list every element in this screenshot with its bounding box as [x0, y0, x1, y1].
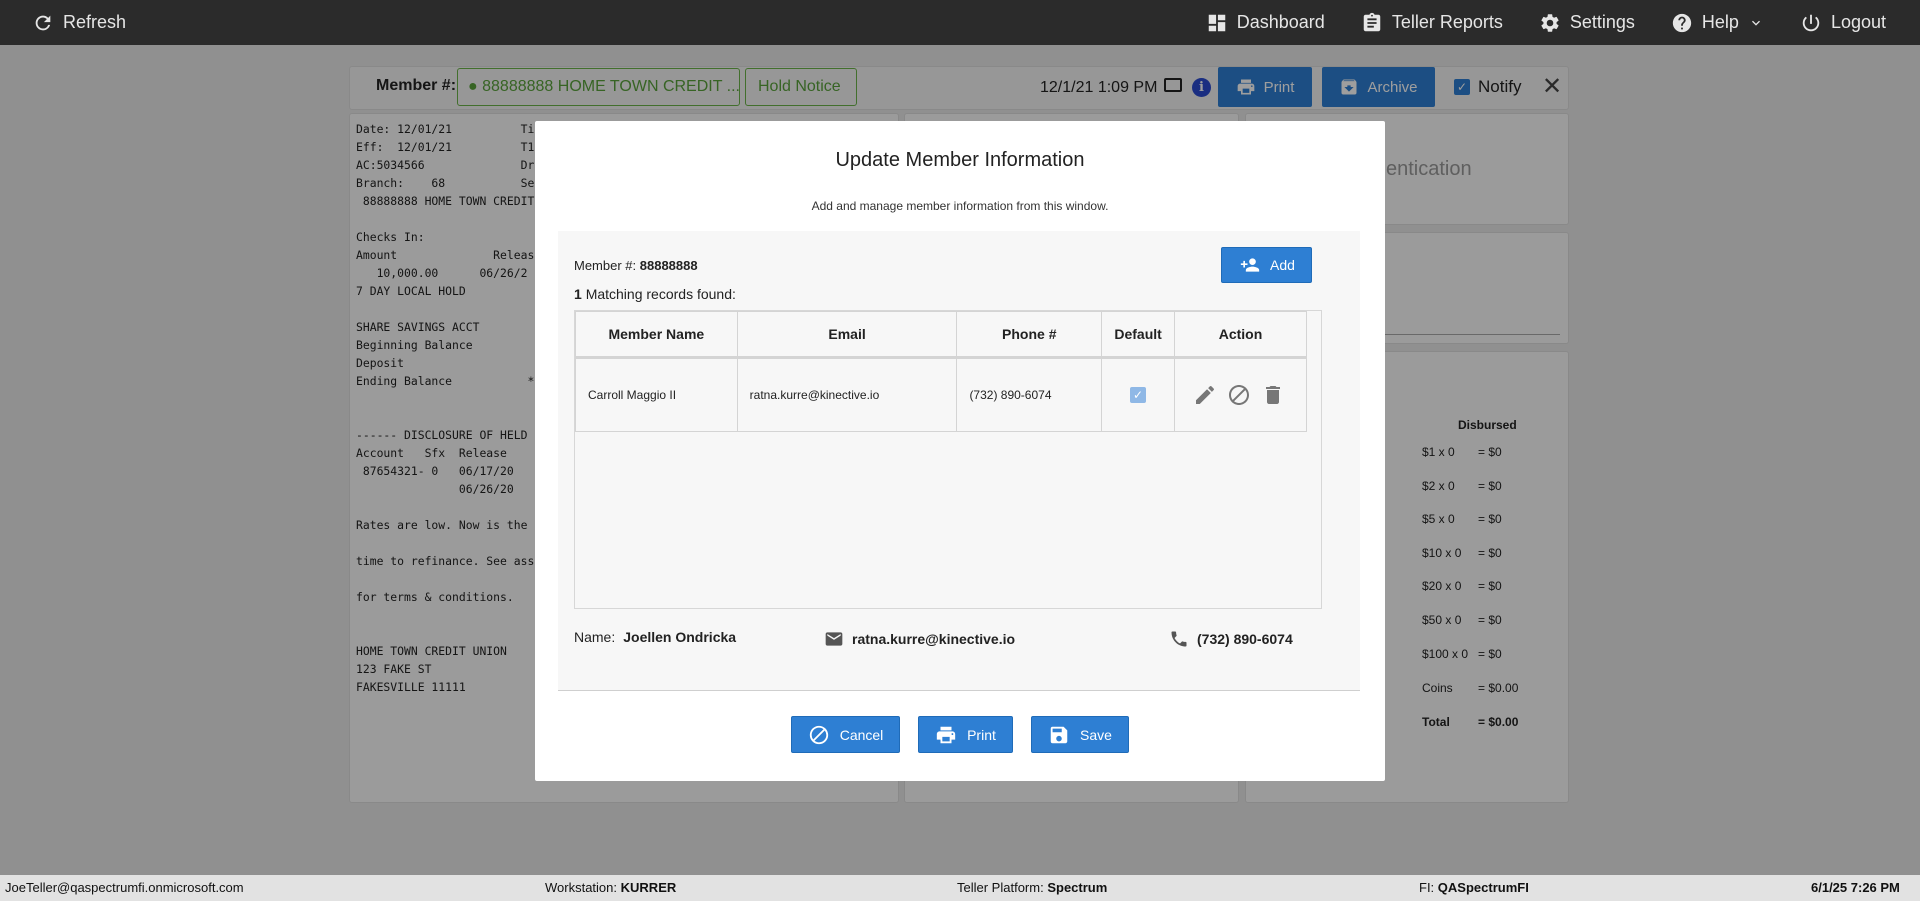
nav-dashboard-label: Dashboard: [1236, 12, 1325, 32]
phone-icon: [1171, 631, 1187, 647]
save-label: Save: [1080, 726, 1112, 743]
refresh-button[interactable]: Refresh: [32, 0, 126, 45]
status-datetime: 6/1/25 7:26 PM: [1811, 880, 1900, 895]
selected-name-label: Name:: [574, 629, 616, 645]
row-email: ratna.kurre@kinective.io: [736, 357, 958, 432]
add-member-button[interactable]: Add: [1221, 247, 1312, 283]
member-number-value: 88888888: [639, 258, 698, 273]
member-table: Member Name Email Phone # Default Action…: [575, 311, 1307, 432]
modal-subtitle: Add and manage member information from t…: [811, 199, 1109, 213]
row-action-cell: [1174, 357, 1307, 432]
print-button[interactable]: Print: [918, 716, 1013, 753]
match-count-line: 1 Matching records found:: [574, 286, 736, 302]
modal-body: Member #: 88888888 1 Matching records fo…: [558, 231, 1360, 691]
selected-name-value: Joellen Ondricka: [623, 629, 737, 645]
add-label: Add: [1270, 257, 1295, 273]
col-member-name[interactable]: Member Name: [575, 311, 738, 359]
table-row[interactable]: Carroll Maggio II ratna.kurre@kinective.…: [575, 357, 1307, 432]
selected-email-value: ratna.kurre@kinective.io: [852, 631, 1016, 647]
table-header-row: Member Name Email Phone # Default Action: [575, 311, 1307, 359]
selected-email: ratna.kurre@kinective.io: [824, 629, 1015, 649]
status-platform: Teller Platform: Spectrum: [957, 880, 1107, 895]
row-phone: (732) 890-6074: [956, 357, 1103, 432]
member-table-container: Member Name Email Phone # Default Action…: [574, 310, 1322, 609]
trash-icon[interactable]: [1261, 383, 1285, 407]
nav-teller-reports-label: Teller Reports: [1391, 12, 1503, 32]
col-phone[interactable]: Phone #: [956, 311, 1103, 359]
nav-help[interactable]: Help: [1671, 0, 1764, 45]
match-text: Matching records found:: [585, 286, 736, 302]
nav-settings[interactable]: Settings: [1539, 0, 1635, 45]
status-user: JoeTeller@qaspectrumfi.onmicrosoft.com: [5, 880, 244, 895]
match-count: 1: [574, 286, 582, 302]
platform-value: Spectrum: [1047, 880, 1108, 895]
cancel-label: Cancel: [839, 726, 884, 743]
workstation-value: KURRER: [620, 880, 677, 895]
row-member-name: Carroll Maggio II: [575, 357, 738, 432]
power-icon: [1802, 14, 1820, 31]
workstation-label: Workstation:: [545, 880, 618, 895]
member-number-label: Member #:: [574, 258, 637, 273]
print-label: Print: [967, 726, 996, 743]
modal-title: Update Member Information: [835, 149, 1085, 171]
clipboard-icon: [1363, 12, 1381, 31]
row-default-cell: ✓: [1101, 357, 1176, 432]
selected-phone: (732) 890-6074: [1169, 629, 1293, 649]
update-member-modal: Update Member Information Add and manage…: [535, 121, 1385, 781]
fi-value: QASpectrumFI: [1437, 880, 1529, 895]
platform-label: Teller Platform:: [957, 880, 1044, 895]
chevron-down-icon: [1751, 20, 1760, 26]
edit-icon[interactable]: [1193, 383, 1217, 407]
nav-teller-reports[interactable]: Teller Reports: [1361, 0, 1503, 45]
block-icon: [809, 725, 828, 744]
default-checkbox[interactable]: ✓: [1130, 387, 1147, 403]
selected-name: Name: Joellen Ondricka: [574, 629, 736, 645]
nav-dashboard[interactable]: Dashboard: [1206, 0, 1325, 45]
status-bar: JoeTeller@qaspectrumfi.onmicrosoft.com W…: [0, 875, 1920, 901]
col-default[interactable]: Default: [1101, 311, 1176, 359]
status-fi: FI: QASpectrumFI: [1419, 880, 1529, 895]
printer-icon: [936, 726, 956, 743]
save-button[interactable]: Save: [1031, 716, 1129, 753]
refresh-icon: [35, 15, 51, 30]
nav-logout[interactable]: Logout: [1800, 0, 1886, 45]
nav-help-label: Help: [1701, 12, 1739, 32]
refresh-label: Refresh: [63, 12, 127, 32]
top-navigation-bar: Refresh Dashboard Teller Reports Setting…: [0, 0, 1920, 45]
status-workstation: Workstation: KURRER: [545, 880, 676, 895]
save-icon: [1050, 726, 1068, 743]
dashboard-icon: [1208, 14, 1225, 31]
gear-icon: [1541, 13, 1559, 32]
col-action: Action: [1174, 311, 1307, 359]
fi-label: FI:: [1419, 880, 1435, 895]
envelope-icon: [825, 632, 843, 646]
col-email[interactable]: Email: [736, 311, 958, 359]
block-icon[interactable]: [1227, 383, 1251, 407]
member-number-line: Member #: 88888888: [574, 258, 698, 273]
help-icon: [1672, 13, 1692, 32]
selected-phone-value: (732) 890-6074: [1197, 631, 1293, 647]
nav-logout-label: Logout: [1830, 12, 1886, 32]
nav-settings-label: Settings: [1569, 12, 1635, 32]
add-person-icon: [1240, 258, 1260, 272]
cancel-button[interactable]: Cancel: [791, 716, 900, 753]
